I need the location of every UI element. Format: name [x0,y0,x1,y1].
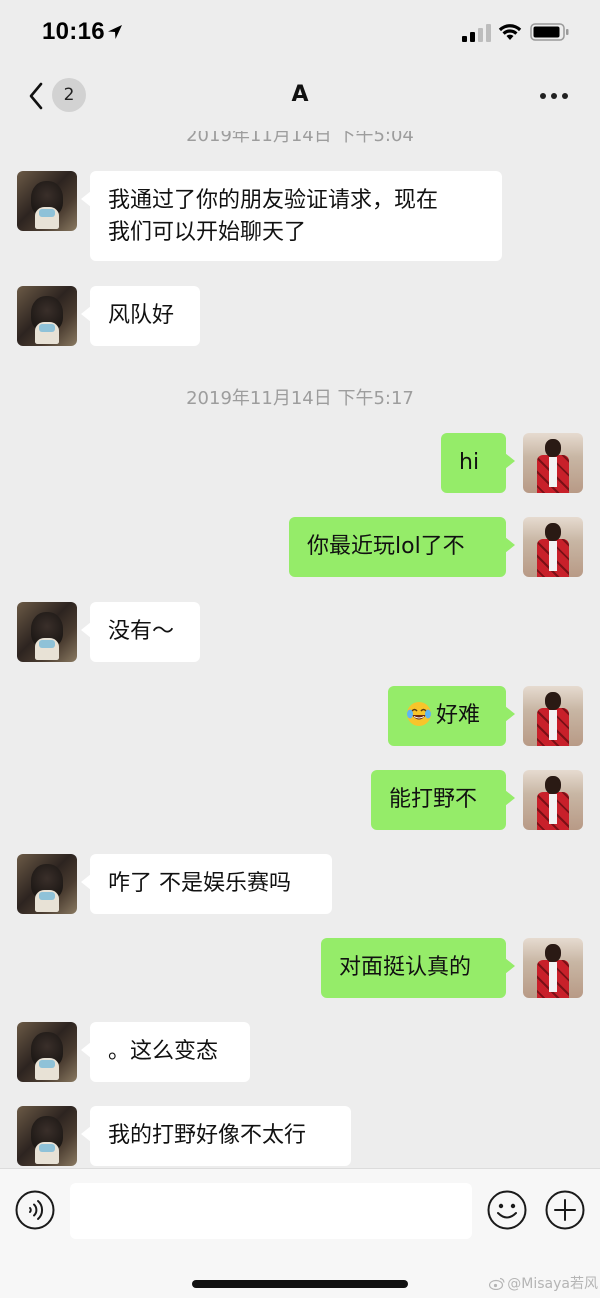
message-input[interactable] [70,1183,472,1239]
plus-icon[interactable] [544,1189,586,1231]
message-text: 咋了 不是娱乐赛吗 [108,871,291,896]
contact-avatar[interactable] [17,1022,77,1082]
watermark-text: @Misaya若风 [507,1276,598,1292]
timestamp: 2019年11月14日 下午5:17 [186,388,414,409]
message-text: 我的打野好像不太行 [108,1123,307,1148]
message-text: 。这么变态 [108,1039,219,1064]
message-input-bar: @Misaya若风 [0,1168,600,1298]
watermark: @Misaya若风 [470,1273,598,1293]
wifi-icon [498,24,522,40]
contact-avatar[interactable] [17,1106,77,1166]
outgoing-message-bubble[interactable]: hi [441,433,515,493]
incoming-message-bubble[interactable]: 我通过了你的朋友验证请求，现在 我们可以开始聊天了 [81,171,502,261]
incoming-message-bubble[interactable]: 没有～ [81,602,200,662]
message-text-line: 我通过了你的朋友验证请求，现在 [108,188,439,213]
chat-title: A [291,82,309,107]
voice-icon[interactable] [14,1189,56,1231]
outgoing-message-bubble[interactable]: 能打野不 [371,770,515,830]
my-avatar[interactable] [523,686,583,746]
incoming-message-bubble[interactable]: 咋了 不是娱乐赛吗 [81,854,332,914]
message-text: 没有～ [108,619,175,644]
contact-avatar[interactable] [17,854,77,914]
battery-icon [530,23,569,41]
status-time: 10:16 [42,18,105,45]
contact-avatar[interactable] [17,286,77,346]
tears-of-joy-emoji [407,702,431,726]
home-indicator[interactable] [192,1280,408,1288]
incoming-message-bubble[interactable]: 风队好 [81,286,200,346]
message-text: 对面挺认真的 [339,955,472,980]
message-text: 能打野不 [389,787,478,812]
more-dots-icon [540,93,546,99]
message-text: 好难 [436,703,481,728]
message-text-line: 我们可以开始聊天了 [108,220,307,245]
more-dots-icon [551,93,557,99]
my-avatar[interactable] [523,938,583,998]
chevron-left-icon [29,82,43,110]
my-avatar[interactable] [523,517,583,577]
incoming-message-bubble[interactable]: 。这么变态 [81,1022,250,1082]
message-text: hi [459,450,480,475]
back-button[interactable]: 2 [22,78,92,114]
unread-count-badge: 2 [52,78,86,112]
location-arrow-icon [108,25,122,39]
message-text: 你最近玩lol了不 [307,534,465,559]
weibo-logo-icon [489,1277,505,1290]
status-bar: 10:16 [0,0,600,64]
message-text: 风队好 [108,303,175,328]
more-options-button[interactable] [536,84,572,108]
emoji-icon[interactable] [486,1189,528,1231]
cellular-signal-icon [462,24,491,42]
outgoing-message-bubble[interactable]: 对面挺认真的 [321,938,515,998]
contact-avatar[interactable] [17,171,77,231]
incoming-message-bubble[interactable]: 我的打野好像不太行 [81,1106,351,1166]
my-avatar[interactable] [523,770,583,830]
navigation-bar: 2 A [0,64,600,128]
outgoing-message-bubble[interactable]: 好难 [388,686,515,746]
my-avatar[interactable] [523,433,583,493]
contact-avatar[interactable] [17,602,77,662]
more-dots-icon [562,93,568,99]
outgoing-message-bubble[interactable]: 你最近玩lol了不 [289,517,515,577]
